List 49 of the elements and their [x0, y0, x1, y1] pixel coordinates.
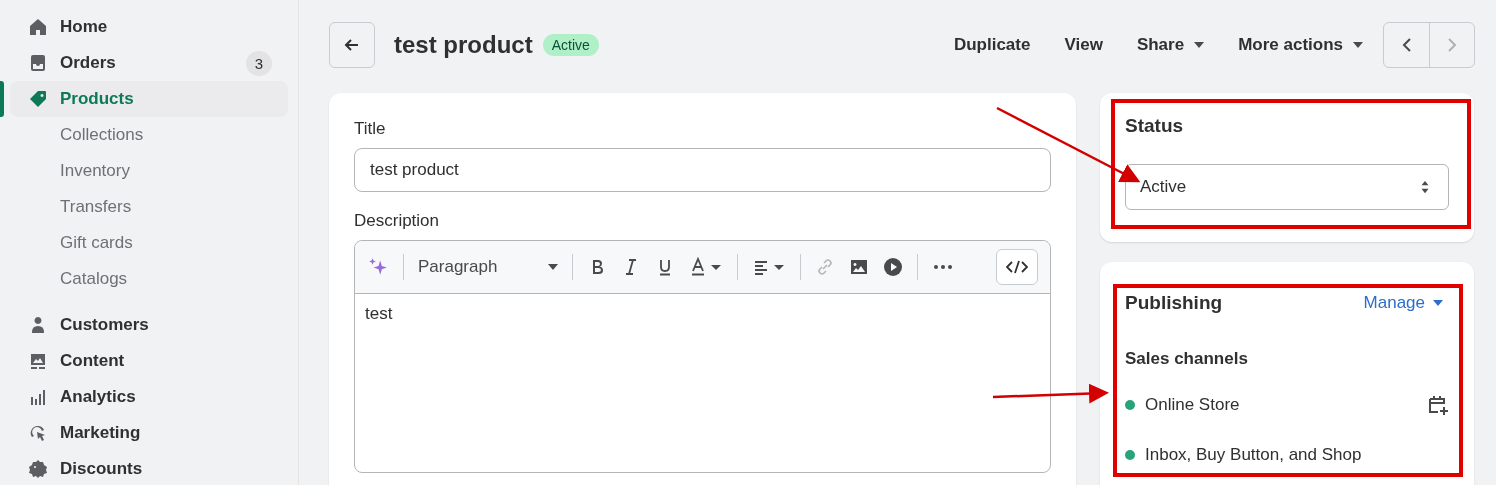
sidebar-item[interactable]: Orders 3 [10, 45, 288, 81]
channel-name: Inbox, Buy Button, and Shop [1145, 445, 1363, 465]
action-button[interactable]: Duplicate [936, 35, 1048, 55]
sidebar-item[interactable]: Analytics [10, 379, 288, 415]
sidebar-item[interactable]: Discounts [10, 451, 288, 485]
chart-icon [28, 387, 48, 407]
back-button[interactable] [329, 22, 375, 68]
paragraph-dropdown[interactable]: Paragraph [418, 257, 558, 277]
sidebar-item[interactable]: Home [10, 9, 288, 45]
caret-icon [548, 264, 558, 270]
calendar-add-icon[interactable] [1427, 394, 1449, 416]
card-heading: Publishing [1125, 292, 1223, 314]
code-icon [1006, 259, 1028, 275]
tag-icon [28, 89, 48, 109]
play-icon[interactable] [883, 257, 903, 277]
status-badge: Active [542, 34, 599, 56]
description-text[interactable]: test [355, 294, 1050, 334]
orders-icon [28, 53, 48, 73]
action-button[interactable]: More actions [1221, 35, 1380, 55]
status-select[interactable]: Active [1125, 164, 1449, 210]
sidebar-item[interactable]: Content [10, 343, 288, 379]
chevron-right-icon [1447, 37, 1457, 53]
code-view-button[interactable] [996, 249, 1038, 285]
action-button[interactable]: View [1047, 35, 1120, 55]
sidebar-subitem[interactable]: Catalogs [10, 261, 288, 297]
count-badge: 3 [245, 50, 272, 76]
sidebar-item[interactable]: Customers [10, 307, 288, 343]
sidebar-item[interactable]: Marketing [10, 415, 288, 451]
caret-icon [1433, 300, 1443, 306]
sidebar-subitem[interactable]: Transfers [10, 189, 288, 225]
page-title: test product [394, 31, 533, 59]
action-button[interactable]: Share [1119, 35, 1222, 55]
section-heading: Sales channels [1125, 349, 1249, 369]
content-icon [28, 351, 48, 371]
sidebar-subitem[interactable]: Inventory [10, 153, 288, 189]
sidebar-subitem[interactable]: Collections [10, 117, 288, 153]
image-icon[interactable] [849, 257, 869, 277]
title-field[interactable]: test product [354, 148, 1051, 192]
home-icon [28, 17, 48, 37]
manage-link[interactable]: Manage [1363, 293, 1449, 313]
chevron-left-icon [1401, 37, 1412, 53]
text-color-icon[interactable] [689, 257, 723, 277]
channel-name: Online Store [1145, 395, 1241, 415]
field-label: Title [354, 119, 387, 139]
card-heading: Status [1125, 115, 1185, 137]
select-arrows-icon [1420, 180, 1430, 194]
sidebar-subitem[interactable]: Gift cards [10, 225, 288, 261]
selection-indicator [0, 81, 4, 117]
field-label: Description [354, 211, 441, 231]
